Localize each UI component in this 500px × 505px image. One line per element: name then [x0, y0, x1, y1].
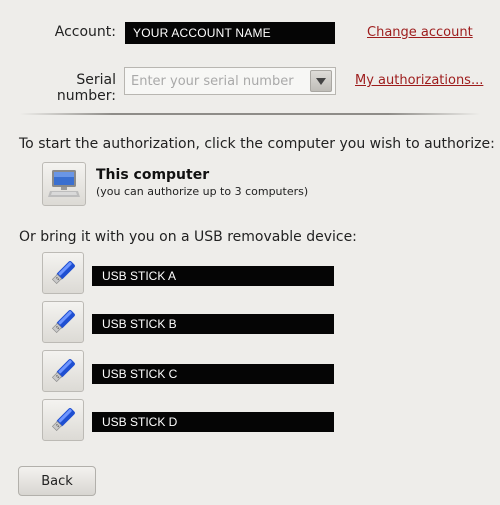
serial-number-label: Serial number:: [56, 72, 116, 104]
my-authorizations-link[interactable]: My authorizations...: [355, 73, 483, 88]
authorization-instructions: To start the authorization, click the co…: [19, 136, 495, 152]
account-name-field: YOUR ACCOUNT NAME: [125, 22, 335, 44]
usb-device-d-button[interactable]: [42, 399, 84, 441]
usb-device-a-name: USB STICK A: [92, 266, 334, 286]
usb-device-d-name: USB STICK D: [92, 412, 334, 432]
serial-dropdown-button[interactable]: [310, 70, 332, 92]
serial-number-combobox: [124, 67, 336, 95]
this-computer-button[interactable]: [42, 162, 86, 206]
usb-device-a-button[interactable]: [42, 252, 84, 294]
usb-stick-icon: [51, 408, 75, 432]
this-computer-title: This computer: [96, 167, 210, 183]
usb-device-c-name: USB STICK C: [92, 364, 334, 384]
computer-icon: [48, 170, 80, 197]
back-button[interactable]: Back: [18, 466, 96, 496]
usb-device-b-name: USB STICK B: [92, 314, 334, 334]
divider: [20, 113, 480, 115]
usb-device-c-button[interactable]: [42, 350, 84, 392]
usb-stick-icon: [51, 359, 75, 383]
change-account-link[interactable]: Change account: [367, 25, 473, 40]
usb-device-b-button[interactable]: [42, 301, 84, 343]
chevron-down-icon: [316, 77, 326, 85]
usb-stick-icon: [51, 310, 75, 334]
serial-number-input[interactable]: [125, 68, 310, 94]
usb-stick-icon: [51, 261, 75, 285]
account-label: Account:: [54, 24, 116, 40]
usb-section-heading: Or bring it with you on a USB removable …: [19, 229, 357, 245]
usb-device-list: USB STICK A USB STICK B USB STICK C USB …: [42, 252, 342, 444]
this-computer-subtitle: (you can authorize up to 3 computers): [96, 185, 309, 198]
